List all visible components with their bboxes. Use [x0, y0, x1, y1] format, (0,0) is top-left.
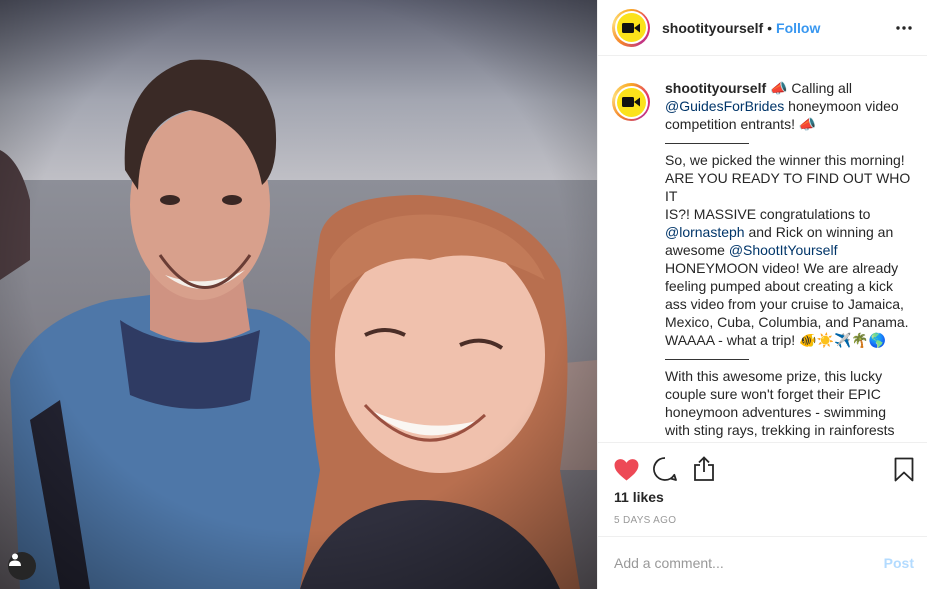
save-button[interactable]	[890, 455, 918, 483]
post-header: shootityourself • Follow	[598, 0, 927, 56]
caption-text-run: IS?! MASSIVE congratulations to	[665, 206, 871, 222]
mention-link[interactable]: @GuidesForBrides	[665, 98, 784, 114]
comment-input[interactable]	[614, 555, 884, 571]
caption-line: ——————	[665, 133, 917, 151]
caption-text-run: and Rick on winning an	[744, 224, 894, 240]
caption-line: ——————	[665, 349, 917, 367]
follow-button[interactable]: Follow	[776, 20, 820, 36]
caption-text-run: ——————	[665, 350, 749, 366]
post-side-panel: shootityourself • Follow shootityourself…	[597, 0, 927, 589]
caption-line: couple sure won't forget their EPIC	[665, 385, 917, 403]
post-photo[interactable]	[0, 0, 597, 589]
caption-text-run: awesome	[665, 242, 729, 258]
caption-line: IS?! MASSIVE congratulations to	[665, 205, 917, 223]
like-count[interactable]: 11 likes	[614, 489, 664, 505]
caption-line: honeymoon adventures - swimming	[665, 403, 917, 421]
caption-line: @GuidesForBrides honeymoon video	[665, 97, 917, 115]
header-username-link[interactable]: shootityourself	[662, 20, 763, 36]
caption-text-run: WAAAA - what a trip! 🐠☀️✈️🌴🌎	[665, 332, 887, 348]
caption-text: shootityourself 📣 Calling all @GuidesForB…	[665, 79, 917, 442]
post-timestamp[interactable]: 5 DAYS AGO	[614, 515, 676, 526]
user-tag-icon	[9, 553, 21, 566]
caption-text-run: Mexico, Cuba, Columbia, and Panama.	[665, 314, 909, 330]
like-button[interactable]	[612, 455, 640, 483]
caption-line: competition entrants! 📣	[665, 115, 917, 133]
header-separator-dot: •	[767, 19, 773, 36]
caption-text-run: ——————	[665, 134, 749, 150]
caption-line: 📣 Calling all	[770, 80, 852, 96]
couple-selfie-image	[0, 0, 597, 589]
mention-link[interactable]: @ShootItYourself	[729, 242, 838, 258]
caption-line: with sting rays, trekking in rainforests	[665, 421, 917, 439]
caption-line: With this awesome prize, this lucky	[665, 367, 917, 385]
caption-text-run: HONEYMOON video! We are already	[665, 260, 899, 276]
comment-button[interactable]	[651, 455, 679, 483]
comment-icon	[653, 457, 677, 481]
caption-text-run: couple sure won't forget their EPIC	[665, 386, 881, 402]
share-button[interactable]	[690, 455, 718, 483]
comment-bar: Post	[598, 536, 927, 589]
caption-text-run: with sting rays, trekking in rainforests	[665, 422, 895, 438]
avatar[interactable]	[612, 8, 650, 47]
post-comment-button[interactable]: Post	[884, 555, 914, 571]
caption-text-run: competition entrants! 📣	[665, 116, 817, 132]
mention-link[interactable]: @lornasteph	[665, 224, 745, 240]
bookmark-icon	[894, 457, 914, 481]
caption-text-run: honeymoon video	[784, 98, 899, 114]
caption-text-run: feeling pumped about creating a kick	[665, 278, 894, 294]
caption-area: shootityourself 📣 Calling all @GuidesForB…	[598, 57, 927, 442]
caption-line: @lornasteph and Rick on winning an	[665, 223, 917, 241]
caption-username-link[interactable]: shootityourself	[665, 80, 766, 96]
caption-line: awesome @ShootItYourself	[665, 241, 917, 259]
caption-avatar[interactable]	[612, 83, 650, 121]
caption-text-run: honeymoon adventures - swimming	[665, 404, 886, 420]
caption-text-run: ARE YOU READY TO FIND OUT WHO IT	[665, 170, 911, 204]
caption-line: HONEYMOON video! We are already	[665, 259, 917, 277]
video-camera-icon	[622, 22, 640, 33]
caption-text-run: With this awesome prize, this lucky	[665, 368, 883, 384]
caption-line: ass video from your cruise to Jamaica,	[665, 295, 917, 313]
heart-icon	[614, 458, 638, 480]
caption-line: Mexico, Cuba, Columbia, and Panama.	[665, 313, 917, 331]
more-options-icon	[896, 26, 912, 30]
caption-text-run: So, we picked the winner this morning!	[665, 152, 905, 168]
caption-text-run: ass video from your cruise to Jamaica,	[665, 296, 904, 312]
more-options-button[interactable]	[892, 16, 916, 40]
caption-text-run: 📣 Calling all	[770, 80, 853, 96]
caption-line: ARE YOU READY TO FIND OUT WHO IT	[665, 169, 917, 205]
caption-line: WAAAA - what a trip! 🐠☀️✈️🌴🌎	[665, 331, 917, 349]
caption-line: So, we picked the winner this morning!	[665, 151, 917, 169]
video-camera-icon	[622, 97, 640, 107]
user-tag-button[interactable]	[8, 552, 36, 580]
share-icon	[694, 456, 714, 481]
caption-line: feeling pumped about creating a kick	[665, 277, 917, 295]
